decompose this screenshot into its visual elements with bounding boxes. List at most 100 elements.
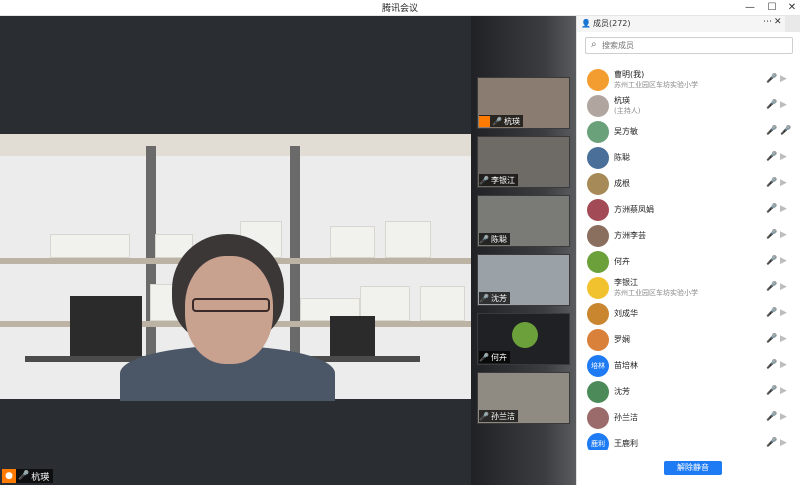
avatar: 培林	[587, 355, 609, 377]
member-name: 孙兰洁	[614, 413, 638, 422]
thumbnail-name: 陈聪	[490, 234, 507, 244]
search-input[interactable]	[602, 39, 782, 52]
member-name: 苗培林	[614, 361, 638, 370]
camera-off-icon[interactable]: ▶	[780, 152, 787, 162]
mic-icon: 🎤	[492, 116, 502, 126]
mic-off-icon: 🎤	[479, 411, 489, 421]
mic-muted-icon[interactable]: 🎤	[766, 412, 777, 422]
avatar	[587, 303, 609, 325]
camera-off-icon[interactable]: ▶	[780, 74, 787, 84]
mic-muted-icon[interactable]: 🎤	[780, 126, 791, 136]
avatar	[587, 329, 609, 351]
mic-muted-icon[interactable]: 🎤	[766, 282, 777, 292]
search-icon: ⌕	[591, 39, 597, 50]
member-row[interactable]: 罗娴 🎤 ▶	[585, 328, 795, 352]
member-org: 苏州工业园区车坊实验小学	[614, 81, 698, 89]
mic-muted-icon[interactable]: 🎤	[766, 74, 777, 84]
camera-off-icon[interactable]: ▶	[780, 360, 787, 370]
speaker-name: 杭瑛	[31, 472, 50, 483]
mic-off-icon: 🎤	[479, 234, 489, 244]
member-search[interactable]: ⌕	[585, 37, 793, 54]
thumbnail-nameplate: 🎤 杭瑛	[479, 115, 523, 127]
member-row[interactable]: 刘成华 🎤 ▶	[585, 302, 795, 326]
camera-off-icon[interactable]: ▶	[780, 178, 787, 188]
mic-icon[interactable]: 🎤	[766, 100, 777, 110]
laptop-prop	[330, 316, 375, 356]
member-name: 杭瑛	[614, 96, 630, 105]
member-row[interactable]: 吴方敏 🎤 🎤	[585, 120, 795, 144]
thumbnail-nameplate: 🎤 孙兰洁	[479, 410, 518, 422]
minimize-button[interactable]: —	[740, 0, 760, 16]
mic-muted-icon[interactable]: 🎤	[766, 308, 777, 318]
thumbnail-name: 李银江	[490, 175, 515, 185]
member-list: 曹明(我) 苏州工业园区车坊实验小学 🎤 ▶ 杭瑛 (主持人) 🎤 ▶ 吴方敏 …	[577, 64, 800, 450]
mic-active-icon[interactable]: 🎤	[766, 126, 777, 136]
speaker-glasses	[192, 298, 270, 312]
avatar	[587, 407, 609, 429]
camera-off-icon[interactable]: ▶	[780, 230, 787, 240]
user-icon	[479, 115, 490, 127]
mic-off-icon: 🎤	[479, 352, 489, 362]
camera-off-icon[interactable]: ▶	[780, 308, 787, 318]
mic-muted-icon[interactable]: 🎤	[766, 386, 777, 396]
mic-muted-icon[interactable]: 🎤	[766, 256, 777, 266]
member-row[interactable]: 培林 苗培林 🎤 ▶	[585, 354, 795, 378]
panel-menu-icon[interactable]	[785, 16, 800, 32]
close-panel-button[interactable]: ✕	[774, 17, 782, 27]
main-video[interactable]: ● 🎤 杭瑛	[0, 16, 471, 485]
avatar	[587, 225, 609, 247]
mic-off-icon: 🎤	[479, 293, 489, 303]
video-thumbnail[interactable]: 🎤 何卉	[477, 313, 570, 365]
mic-off-icon: 🎤	[479, 175, 489, 185]
member-name: 李银江	[614, 278, 638, 287]
video-thumbnail[interactable]: 🎤 李银江	[477, 136, 570, 188]
shelf-books	[50, 234, 130, 258]
camera-off-icon[interactable]: ▶	[780, 100, 787, 110]
member-row[interactable]: 方洲蔡凤娟 🎤 ▶	[585, 198, 795, 222]
camera-off-icon[interactable]: ▶	[780, 412, 787, 422]
person-icon: 👤	[581, 19, 591, 28]
thumbnail-name: 何卉	[490, 352, 507, 362]
maximize-button[interactable]: ☐	[762, 0, 782, 16]
avatar: 鹿利	[587, 433, 609, 450]
avatar	[587, 251, 609, 273]
mic-muted-icon[interactable]: 🎤	[766, 360, 777, 370]
avatar	[587, 147, 609, 169]
camera-off-icon[interactable]: ▶	[780, 334, 787, 344]
video-thumbnail[interactable]: 🎤 杭瑛	[477, 77, 570, 129]
member-row[interactable]: 方洲李芸 🎤 ▶	[585, 224, 795, 248]
mic-muted-icon[interactable]: 🎤	[766, 152, 777, 162]
camera-off-icon[interactable]: ▶	[780, 256, 787, 266]
member-row[interactable]: 李银江 苏州工业园区车坊实验小学 🎤 ▶	[585, 276, 795, 300]
camera-off-icon[interactable]: ▶	[780, 386, 787, 396]
member-org: 苏州工业园区车坊实验小学	[614, 289, 698, 297]
mic-muted-icon[interactable]: 🎤	[766, 204, 777, 214]
member-row[interactable]: 杭瑛 (主持人) 🎤 ▶	[585, 94, 795, 118]
member-row[interactable]: 沈芳 🎤 ▶	[585, 380, 795, 404]
camera-off-icon[interactable]: ▶	[780, 204, 787, 214]
mic-muted-icon[interactable]: 🎤	[766, 230, 777, 240]
member-row[interactable]: 陈聪 🎤 ▶	[585, 146, 795, 170]
more-icon[interactable]: ⋯	[763, 17, 772, 27]
member-row[interactable]: 何卉 🎤 ▶	[585, 250, 795, 274]
member-row[interactable]: 成根 🎤 ▶	[585, 172, 795, 196]
thumbnail-nameplate: 🎤 何卉	[479, 351, 510, 363]
unmute-all-button[interactable]: 解除静音	[664, 461, 722, 475]
shelf-books	[420, 286, 465, 321]
mic-muted-icon[interactable]: 🎤	[766, 438, 777, 448]
speaker-nameplate: ● 🎤 杭瑛	[2, 469, 54, 483]
camera-off-icon[interactable]: ▶	[780, 438, 787, 448]
laptop-prop	[70, 296, 142, 356]
camera-off-icon[interactable]: ▶	[780, 282, 787, 292]
video-thumbnail[interactable]: 🎤 陈聪	[477, 195, 570, 247]
video-thumbnail[interactable]: 🎤 沈芳	[477, 254, 570, 306]
mic-muted-icon[interactable]: 🎤	[766, 334, 777, 344]
member-row[interactable]: 孙兰洁 🎤 ▶	[585, 406, 795, 430]
ceiling-band	[0, 134, 471, 156]
video-thumbnail[interactable]: 🎤 孙兰洁	[477, 372, 570, 424]
mic-muted-icon[interactable]: 🎤	[766, 178, 777, 188]
close-button[interactable]: ✕	[782, 0, 800, 16]
member-name: 刘成华	[614, 309, 638, 318]
member-row[interactable]: 鹿利 王鹿利 🎤 ▶	[585, 432, 795, 450]
member-row[interactable]: 曹明(我) 苏州工业园区车坊实验小学 🎤 ▶	[585, 68, 795, 92]
